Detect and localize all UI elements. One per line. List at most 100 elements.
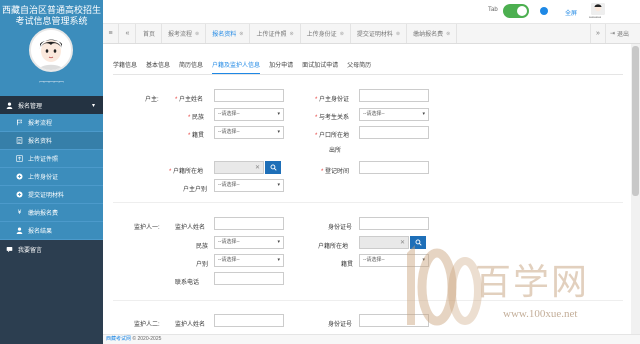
- sidebar-item-label: 报名结果: [28, 229, 53, 235]
- tab-pay-fee[interactable]: 缴纳报名费 ⊗: [407, 24, 458, 43]
- section-divider: [113, 300, 623, 301]
- tab-submit-proof[interactable]: 提交证明材料 ⊗: [351, 24, 408, 43]
- label-relation: * 与考生关系: [315, 115, 350, 121]
- tab-upload-photo[interactable]: 上传证件照 ⊗: [250, 24, 301, 43]
- tab-upload-id[interactable]: 上传身份证 ⊗: [301, 24, 351, 43]
- subtab-household-guardian[interactable]: 户籍及监护人信息: [212, 61, 261, 75]
- guardian1-huhao-select[interactable]: --请选择-- ▾: [214, 254, 284, 267]
- huji-location-field[interactable]: ✕: [214, 161, 264, 174]
- dropdown-arrow-icon: ▾: [277, 257, 280, 263]
- flag-icon: [16, 119, 23, 126]
- label-huzhu-huhao: 户主户别: [183, 187, 208, 193]
- label-huzhu-id: * 户主身份证: [315, 97, 350, 103]
- user-icon: [16, 227, 23, 234]
- upload-icon: [16, 155, 23, 162]
- label-huji-location: * 户籍所在地: [169, 169, 204, 175]
- scrollbar-thumb[interactable]: [632, 46, 639, 196]
- menu-toggle-icon[interactable]: ≡: [103, 24, 119, 43]
- fullscreen-button[interactable]: 全屏: [565, 8, 577, 17]
- huzhu-name-field[interactable]: [214, 89, 284, 102]
- page-scrollbar[interactable]: [631, 44, 640, 334]
- tab-home[interactable]: 首页: [137, 24, 163, 43]
- sidebar-item-label: 报名资料: [28, 139, 53, 145]
- tab-registration-info[interactable]: 报名资料 ⊗: [206, 24, 251, 43]
- chevron-down-icon: ▾: [91, 103, 95, 109]
- hukou-address-field[interactable]: [359, 126, 429, 139]
- sidebar-item-upload-id[interactable]: 上传身份证: [0, 168, 103, 186]
- subtab-parents-resume[interactable]: 父母简历: [347, 61, 371, 75]
- guardian1-phone-field[interactable]: [214, 272, 284, 285]
- tab-mode-label: Tab: [488, 7, 498, 13]
- subtab-bonus-points[interactable]: 加分申请: [269, 61, 293, 75]
- guardian1-jiguan-select[interactable]: --请选择-- ▾: [359, 254, 429, 267]
- guardian1-id-field[interactable]: [359, 217, 429, 230]
- huzhu-id-field[interactable]: [359, 89, 429, 102]
- message-icon: [6, 246, 13, 253]
- divider: [113, 74, 623, 75]
- app-title: 西藏自治区普通高校招生 考试信息管理系统: [1, 5, 101, 26]
- yen-icon: ¥: [17, 209, 22, 216]
- close-icon[interactable]: ⊗: [340, 31, 344, 37]
- sidebar-item-label: 报考流程: [28, 121, 53, 127]
- user-icon: [6, 101, 13, 109]
- clear-icon[interactable]: ✕: [400, 239, 405, 246]
- sidebar-item-submit-proof[interactable]: 提交证明材料: [0, 186, 103, 204]
- close-icon[interactable]: ⊗: [239, 31, 243, 37]
- user-avatar[interactable]: [29, 28, 73, 72]
- sidebar-item-leave-message[interactable]: 我要留言: [0, 240, 103, 258]
- sidebar-item-label: 上传身份证: [28, 175, 59, 181]
- sidebar-item-registration-info[interactable]: 报名资料: [0, 132, 103, 150]
- subtab-resume[interactable]: 简历信息: [179, 61, 203, 75]
- section-label-guardian1: 监护人一:: [134, 225, 160, 231]
- guardian1-huji-search-button[interactable]: [410, 236, 426, 249]
- main-content: 学籍信息 基本信息 简历信息 户籍及监护人信息 加分申请 面试加试申请 父母简历…: [103, 44, 631, 334]
- minzu-select[interactable]: --请选择-- ▾: [214, 108, 284, 121]
- tabs-scroll-right-icon[interactable]: »: [590, 24, 606, 43]
- top-avatar[interactable]: [591, 3, 605, 15]
- clear-icon[interactable]: ✕: [255, 164, 260, 171]
- footer-copyright: © 2020-2025: [132, 336, 162, 342]
- close-icon[interactable]: ⊗: [446, 31, 450, 37]
- huji-search-button[interactable]: [265, 161, 281, 174]
- tabs-scroll-left-icon[interactable]: «: [120, 24, 136, 43]
- sidebar-item-registration-result[interactable]: 报名结果: [0, 222, 103, 240]
- sidebar-item-label: 上传证件照: [28, 157, 59, 163]
- guardian1-name-field[interactable]: [214, 217, 284, 230]
- guardian1-minzu-select[interactable]: --请选择-- ▾: [214, 236, 284, 249]
- label-huzhu-name: * 户主姓名: [175, 97, 204, 103]
- close-icon[interactable]: ⊗: [396, 31, 400, 37]
- register-time-field[interactable]: [359, 161, 429, 174]
- subtab-basic-info[interactable]: 基本信息: [146, 61, 170, 75]
- tab-mode-toggle[interactable]: [503, 4, 529, 18]
- label-hukou-address: * 户口所在地: [315, 133, 350, 139]
- sidebar-item-registration-manage[interactable]: 报名管理 ▾: [0, 96, 103, 114]
- guardian1-huji-field[interactable]: ✕: [359, 236, 409, 249]
- label-guardian1-huhao: 户别: [196, 262, 209, 268]
- top-username: ꟷꟷꟷ: [589, 15, 602, 21]
- sidebar-item-upload-photo[interactable]: 上传证件照: [0, 150, 103, 168]
- page-tabs: 首页 报考流程 ⊗ 报名资料 ⊗ 上传证件照 ⊗ 上传身份证 ⊗ 提交证明材料 ⊗ 缴纳报…: [137, 24, 458, 43]
- guardian2-id-field[interactable]: [359, 314, 429, 327]
- subtab-interview-apply[interactable]: 面试加试申请: [302, 61, 338, 75]
- section-label-guardian2: 监护人二:: [134, 322, 160, 328]
- dropdown-arrow-icon: ▾: [277, 111, 280, 117]
- theme-dot-icon[interactable]: [540, 7, 548, 15]
- relation-select[interactable]: --请选择-- ▾: [359, 108, 429, 121]
- subtab-school-record[interactable]: 学籍信息: [113, 61, 137, 75]
- close-icon[interactable]: ⊗: [289, 31, 293, 37]
- close-icon[interactable]: ⊗: [195, 31, 199, 37]
- guardian2-name-field[interactable]: [214, 314, 284, 327]
- plus-circle-icon: [16, 191, 23, 198]
- label-guardian2-name: 监护人姓名: [175, 322, 206, 328]
- huzhu-huhao-select[interactable]: --请选择-- ▾: [214, 179, 284, 192]
- dropdown-arrow-icon: ▾: [277, 239, 280, 245]
- footer-brand-link[interactable]: 西藏考试网: [106, 336, 131, 342]
- jiguan-select[interactable]: --请选择-- ▾: [214, 126, 284, 139]
- label-guardian1-phone: 联系电话: [175, 280, 200, 286]
- sidebar-item-pay-fee[interactable]: ¥ 缴纳报名费: [0, 204, 103, 222]
- sidebar-item-exam-process[interactable]: 报考流程: [0, 114, 103, 132]
- tab-exam-process[interactable]: 报考流程 ⊗: [162, 24, 207, 43]
- logout-button[interactable]: ⇥ 退出: [610, 24, 629, 43]
- label-guardian1-minzu: 民族: [196, 244, 209, 250]
- label-guardian2-id: 身份证号: [328, 322, 353, 328]
